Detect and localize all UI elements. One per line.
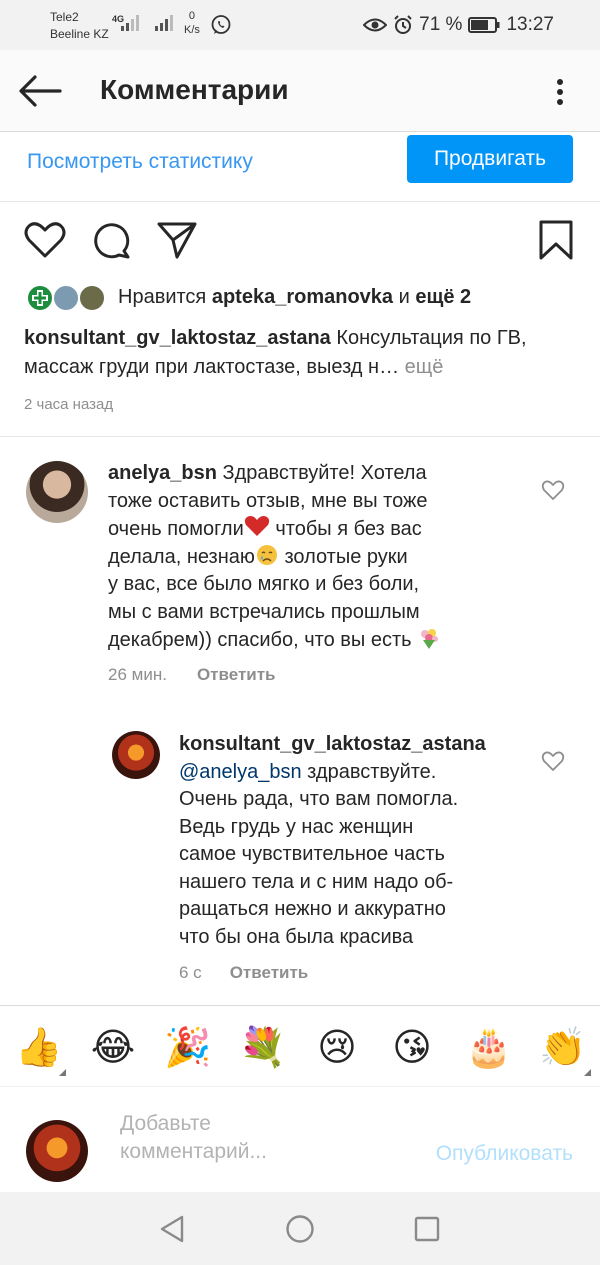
reply-avatar[interactable] xyxy=(112,731,160,779)
app-header: Комментарии xyxy=(0,50,600,132)
comment-line: что бы она была красива xyxy=(179,925,414,948)
emoji-party-popper[interactable]: 🎉 xyxy=(164,1024,211,1070)
input-placeholder: комментарий... xyxy=(120,1140,267,1163)
battery-percent: 71 % xyxy=(419,14,463,35)
emoji-kiss[interactable]: 😘 xyxy=(389,1024,435,1070)
comment-line: ращаться нежно и аккуратно xyxy=(179,898,446,920)
signal-icon-2 xyxy=(155,15,173,31)
pharmacy-cross-icon xyxy=(32,290,48,306)
quick-emoji-bar: 👍 😂 🎉 💐 😢 😘 🎂 👏 xyxy=(0,1005,600,1087)
speed-value: 0 xyxy=(188,10,196,22)
crying-face-icon xyxy=(256,544,277,565)
clock: 13:27 xyxy=(506,14,554,35)
alarm-icon xyxy=(394,15,412,34)
comment-line: делала, незнаю xyxy=(108,545,255,568)
comment-username[interactable]: anelya_bsn xyxy=(108,462,217,484)
comment-line: декабрем)) спасибо, что вы есть xyxy=(108,629,412,651)
comment-meta: 26 мин. Ответить xyxy=(108,665,276,685)
comment-line: очень помогли xyxy=(108,518,244,540)
emoji-bouquet[interactable]: 💐 xyxy=(239,1024,286,1070)
comment-line: самое чувствительное часть xyxy=(179,843,445,865)
liker-avatar-2 xyxy=(52,284,80,312)
eye-icon xyxy=(363,18,388,32)
comment-line: у вас, все было мягко и без боли, xyxy=(108,573,420,595)
emoji-thumbs-up[interactable]: 👍 xyxy=(15,1024,62,1070)
promote-button[interactable]: Продвигать xyxy=(407,135,573,183)
comment-time: 26 мин. xyxy=(108,665,167,684)
speed-unit: K/s xyxy=(184,24,200,36)
post-caption: konsultant_gv_laktostaz_astana Консульта… xyxy=(24,324,569,382)
reply-time: 6 с xyxy=(179,963,202,982)
nav-back-icon[interactable] xyxy=(158,1214,186,1244)
emoji-laughing[interactable]: 😂 xyxy=(90,1024,136,1070)
divider xyxy=(0,201,600,202)
input-placeholder: Добавьте xyxy=(120,1112,211,1135)
comment-like-heart-icon[interactable] xyxy=(541,479,565,501)
emoji-cake[interactable]: 🎂 xyxy=(465,1024,512,1070)
back-arrow-icon[interactable] xyxy=(18,74,62,108)
comment-line: чтобы я без вас xyxy=(275,518,422,540)
likes-more[interactable]: ещё 2 xyxy=(415,286,471,308)
mention-link[interactable]: @anelya_bsn xyxy=(179,761,302,783)
comment-line: Здравствуйте! Хотела xyxy=(222,462,427,484)
view-statistics-link[interactable]: Посмотреть статистику xyxy=(27,150,253,174)
comment-line: Очень рада, что вам помогла. xyxy=(179,788,459,810)
comment-composer: Добавьте комментарий... Опубликовать xyxy=(0,1088,600,1192)
bouquet-icon xyxy=(421,629,439,649)
reply-text: konsultant_gv_laktostaz_astana @anelya_b… xyxy=(179,731,529,951)
reply-meta: 6 с Ответить xyxy=(179,963,308,983)
whatsapp-icon xyxy=(211,15,231,34)
carrier-1: Tele2 xyxy=(50,10,79,24)
own-avatar xyxy=(26,1120,88,1182)
liker-avatar-pharmacy xyxy=(26,284,54,312)
reply-button[interactable]: Ответить xyxy=(197,665,276,684)
comment-line: мы с вами встречались прошлым xyxy=(108,600,420,623)
commenter-avatar[interactable] xyxy=(26,461,88,523)
caption-more-link[interactable]: ещё xyxy=(405,356,444,378)
publish-button[interactable]: Опубликовать xyxy=(436,1142,573,1166)
likes-user[interactable]: apteka_romanovka xyxy=(212,286,393,308)
emoji-skin-tone-indicator xyxy=(59,1069,66,1076)
carrier-names: Tele2 Beeline KZ xyxy=(50,9,109,43)
post-timestamp: 2 часа назад xyxy=(24,396,114,413)
comment-input[interactable]: Добавьте комментарий... xyxy=(120,1110,320,1166)
comment-line: тоже оставить отзыв, мне вы тоже xyxy=(108,489,428,512)
reply-like-heart-icon[interactable] xyxy=(541,750,565,772)
battery-icon xyxy=(468,17,500,33)
reply-button[interactable]: Ответить xyxy=(230,963,309,982)
reply-username[interactable]: konsultant_gv_laktostaz_astana xyxy=(179,733,486,755)
status-bar: Tele2 Beeline KZ 4G 0 K/s 71 % 13:27 xyxy=(0,0,600,50)
comment-line: нашего тела и с ним надо об- xyxy=(179,870,454,893)
likes-prefix: Нравится xyxy=(118,286,207,308)
comment-line: Ведь грудь у нас женщин xyxy=(179,815,414,838)
comment-line: здравствуйте. xyxy=(307,760,437,783)
signal-icon xyxy=(121,15,139,31)
likes-connector: и xyxy=(398,286,410,308)
bookmark-icon[interactable] xyxy=(538,220,574,260)
divider xyxy=(0,436,600,437)
emoji-skin-tone-indicator xyxy=(584,1069,591,1076)
liker-avatars[interactable] xyxy=(26,284,106,312)
like-heart-icon[interactable] xyxy=(24,220,66,260)
more-options-icon[interactable] xyxy=(550,76,570,108)
emoji-crying[interactable]: 😢 xyxy=(314,1024,360,1070)
emoji-clapping[interactable]: 👏 xyxy=(539,1024,586,1070)
comment-bubble-icon[interactable] xyxy=(90,220,132,260)
share-send-icon[interactable] xyxy=(156,220,198,260)
liker-avatar-3 xyxy=(78,284,106,312)
network-speed: 0 K/s xyxy=(184,9,200,37)
system-navigation-bar xyxy=(0,1192,600,1265)
caption-username[interactable]: konsultant_gv_laktostaz_astana xyxy=(24,327,331,349)
nav-recents-icon[interactable] xyxy=(414,1216,440,1242)
carrier-2: Beeline KZ xyxy=(50,27,109,41)
page-title: Комментарии xyxy=(100,74,289,105)
comment-text: anelya_bsn Здравствуйте! Хотела тоже ост… xyxy=(108,460,538,655)
comment-line: золотые руки xyxy=(284,545,408,568)
red-heart-icon xyxy=(244,515,269,536)
status-right: 71 % 13:27 xyxy=(363,12,554,38)
likes-summary[interactable]: Нравится apteka_romanovka и ещё 2 xyxy=(118,286,471,309)
nav-home-icon[interactable] xyxy=(285,1214,315,1244)
